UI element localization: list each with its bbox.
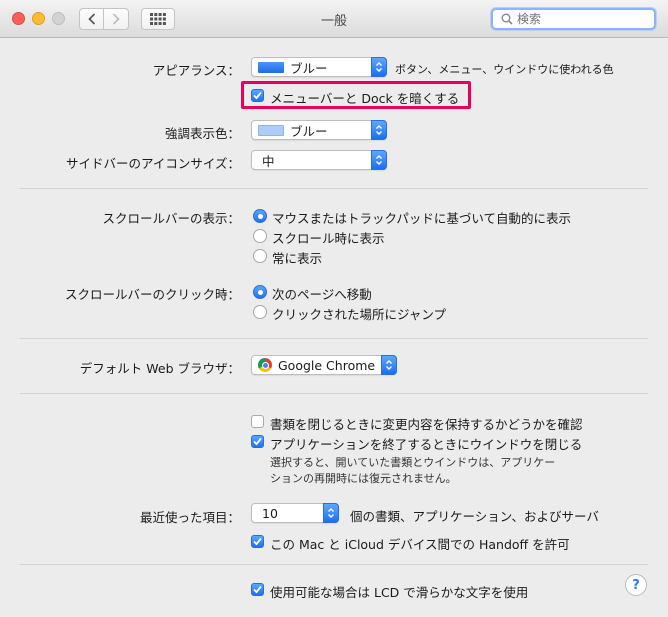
scrollbar-click-label: スクロールバーのクリック時： bbox=[64, 287, 240, 302]
close-windows-label[interactable]: アプリケーションを終了するときにウインドウを閉じる bbox=[270, 434, 582, 453]
search-input[interactable] bbox=[517, 12, 647, 26]
close-windows-note: 選択すると、開いていた書類とウインドウは、アプリケーションの再開時には復元されま… bbox=[270, 456, 556, 485]
sidebar-icon-size-label: サイドバーのアイコンサイズ： bbox=[65, 156, 240, 171]
search-icon bbox=[501, 13, 513, 25]
highlight-color-value: ブルー bbox=[290, 123, 328, 139]
separator bbox=[20, 564, 648, 565]
recent-stepper bbox=[323, 503, 339, 523]
close-windows-checkbox[interactable] bbox=[251, 435, 264, 448]
recent-items-value: 10 bbox=[262, 505, 278, 521]
click-jump-label[interactable]: クリックされた場所にジャンプ bbox=[272, 304, 446, 323]
default-browser-popup[interactable]: Google Chrome bbox=[251, 355, 397, 375]
click-next-page-label[interactable]: 次のページへ移動 bbox=[272, 284, 372, 303]
appearance-swatch bbox=[258, 61, 284, 73]
sidebar-icon-size-popup[interactable]: 中 bbox=[251, 150, 387, 170]
search-field[interactable] bbox=[491, 8, 656, 30]
checkmark-icon bbox=[253, 437, 262, 446]
title-bar: 一般 bbox=[0, 0, 668, 38]
sidebar-icon-size-value: 中 bbox=[262, 153, 275, 169]
click-next-page-radio[interactable] bbox=[253, 285, 267, 299]
default-browser-value: Google Chrome bbox=[278, 357, 376, 373]
appearance-popup[interactable]: ブルー bbox=[251, 57, 387, 77]
handoff-checkbox[interactable] bbox=[251, 535, 264, 548]
scrollbar-when-scrolling-radio[interactable] bbox=[253, 229, 267, 243]
dark-menu-checkbox[interactable] bbox=[251, 89, 264, 102]
scrollbar-always-label[interactable]: 常に表示 bbox=[272, 248, 322, 267]
recent-items-suffix: 個の書類、アプリケーション、およびサーバ bbox=[350, 509, 599, 524]
general-preferences-window: 一般 アピアランス： ブルー ボタン、メニュー、ウインドウに使われる色 メニュー… bbox=[0, 0, 668, 617]
chevron-updown-icon bbox=[376, 155, 382, 165]
appearance-note: ボタン、メニュー、ウインドウに使われる色 bbox=[395, 63, 614, 76]
scrollbar-auto-radio[interactable] bbox=[253, 209, 267, 223]
sidebar-stepper bbox=[371, 150, 387, 170]
appearance-stepper bbox=[371, 57, 387, 77]
ask-keep-changes-checkbox[interactable] bbox=[251, 415, 264, 428]
scrollbar-always-radio[interactable] bbox=[253, 249, 267, 263]
checkmark-icon bbox=[253, 91, 262, 100]
checkmark-icon bbox=[253, 537, 262, 546]
chevron-updown-icon bbox=[328, 508, 334, 518]
chevron-updown-icon bbox=[376, 62, 382, 72]
chevron-updown-icon bbox=[386, 360, 392, 370]
lcd-smoothing-checkbox[interactable] bbox=[251, 583, 264, 596]
highlight-color-label: 強調表示色： bbox=[164, 126, 240, 141]
scrollbar-when-scrolling-label[interactable]: スクロール時に表示 bbox=[272, 228, 385, 247]
separator bbox=[20, 393, 648, 394]
default-browser-label: デフォルト Web ブラウザ： bbox=[79, 361, 240, 376]
appearance-value: ブルー bbox=[290, 60, 328, 76]
separator bbox=[20, 188, 648, 189]
separator bbox=[20, 338, 648, 339]
highlight-swatch bbox=[258, 124, 284, 136]
highlight-stepper bbox=[371, 120, 387, 140]
click-jump-radio[interactable] bbox=[253, 305, 267, 319]
ask-keep-changes-label[interactable]: 書類を閉じるときに変更内容を保持するかどうかを確認 bbox=[270, 414, 583, 433]
highlight-color-popup[interactable]: ブルー bbox=[251, 120, 387, 140]
chrome-icon bbox=[258, 358, 272, 372]
chevron-updown-icon bbox=[376, 125, 382, 135]
help-button[interactable]: ? bbox=[625, 574, 647, 596]
scrollbar-auto-label[interactable]: マウスまたはトラックパッドに基づいて自動的に表示 bbox=[272, 208, 571, 227]
appearance-label: アピアランス： bbox=[152, 63, 240, 78]
dark-menu-label[interactable]: メニューバーと Dock を暗くする bbox=[270, 88, 459, 107]
browser-stepper bbox=[381, 355, 397, 375]
recent-items-popup[interactable]: 10 bbox=[251, 503, 339, 523]
scrollbar-show-label: スクロールバーの表示： bbox=[102, 211, 240, 226]
recent-items-label: 最近使った項目： bbox=[139, 510, 240, 525]
handoff-label[interactable]: この Mac と iCloud デバイス間での Handoff を許可 bbox=[270, 534, 570, 553]
lcd-smoothing-label[interactable]: 使用可能な場合は LCD で滑らかな文字を使用 bbox=[270, 582, 528, 601]
checkmark-icon bbox=[253, 585, 262, 594]
